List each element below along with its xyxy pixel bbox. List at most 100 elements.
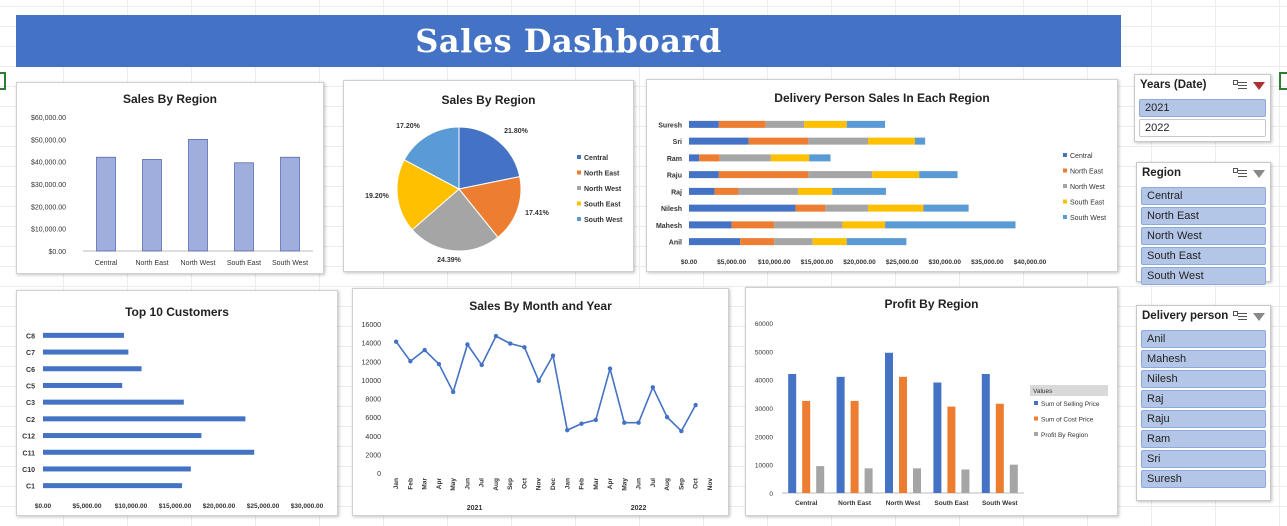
- sales-line: [395, 335, 697, 433]
- delivery-person-sales-chart[interactable]: Delivery Person Sales In Each Region Sur…: [646, 79, 1118, 272]
- stacked-segment: [731, 221, 775, 229]
- x-tick-label: Dec: [550, 478, 557, 490]
- bar: [885, 352, 893, 493]
- slicer-item-ram[interactable]: Ram: [1141, 430, 1266, 448]
- x-tick-label: Sep: [678, 478, 685, 490]
- y-tick-label: $10,000.00: [31, 227, 66, 234]
- legend-label: North East: [584, 171, 620, 178]
- sales-by-month-chart[interactable]: Sales By Month and Year 0 2000 4000 6000 800…: [352, 288, 729, 516]
- bar: [995, 403, 1004, 493]
- multi-select-icon[interactable]: [1233, 167, 1247, 179]
- x-tick-label: Feb: [579, 478, 586, 490]
- sales-by-region-pie-chart[interactable]: Sales By Region 21.80% 17.41% 24.39% 19.20%…: [343, 80, 634, 272]
- y-tick-label: C2: [26, 417, 35, 424]
- profit-svg: 0 10000 20000 30000 40000 50000 60000 Central No…: [755, 321, 1108, 507]
- bar: [234, 162, 254, 252]
- bar: [913, 468, 921, 493]
- stacked-segment: [699, 154, 720, 162]
- bar: [836, 376, 845, 493]
- line-point: [408, 359, 413, 364]
- x-tick-label: $5,000.00: [73, 503, 102, 510]
- slicer-item-suresh[interactable]: Suresh: [1141, 470, 1266, 488]
- legend-label: Central: [1070, 153, 1093, 160]
- x-tick-label: North East: [135, 260, 168, 267]
- stacked-segment: [868, 204, 924, 212]
- multi-select-icon[interactable]: [1233, 310, 1247, 322]
- bar: [43, 433, 202, 439]
- years-slicer[interactable]: Years (Date) 2021 2022: [1134, 74, 1271, 142]
- bar: [142, 159, 162, 252]
- pie-data-label: 21.80%: [504, 128, 529, 135]
- legend-swatch: [1063, 153, 1067, 157]
- x-tick-label: Oct: [521, 477, 528, 489]
- slicer-list: Anil Mahesh Nilesh Raj Raju Ram Sri Suresh: [1137, 326, 1270, 494]
- y-tick-label: C8: [26, 333, 35, 340]
- slicer-item-2021[interactable]: 2021: [1139, 99, 1266, 117]
- y-tick-label: $20,000.00: [31, 204, 66, 211]
- legend-swatch: [1034, 432, 1038, 436]
- year-label: 2021: [467, 505, 483, 512]
- legend-label: South East: [584, 202, 621, 209]
- x-tick-label: Aug: [664, 478, 671, 491]
- slicer-item-nilesh[interactable]: Nilesh: [1141, 370, 1266, 388]
- bar: [981, 374, 990, 493]
- slicer-item-raj[interactable]: Raj: [1141, 390, 1266, 408]
- slicer-item-south-west[interactable]: South West: [1141, 267, 1266, 285]
- slicer-item-central[interactable]: Central: [1141, 187, 1266, 205]
- x-tick-label: Mar: [593, 478, 600, 490]
- pie-data-label: 17.20%: [396, 123, 421, 130]
- profit-by-region-chart[interactable]: Profit By Region 0 10000 20000 30000 40000 50…: [745, 287, 1118, 516]
- slicer-title: Delivery person: [1142, 310, 1229, 322]
- stacked-segment: [885, 221, 1016, 229]
- slicer-item-south-east[interactable]: South East: [1141, 247, 1266, 265]
- bar: [43, 416, 246, 422]
- stacked-segment: [718, 171, 809, 179]
- x-tick-label: North East: [838, 500, 872, 507]
- y-tick-label: Raju: [667, 173, 682, 180]
- y-tick-label: 2000: [365, 452, 381, 459]
- slicer-item-2022[interactable]: 2022: [1139, 119, 1266, 137]
- slicer-item-north-west[interactable]: North West: [1141, 227, 1266, 245]
- legend-swatch: [577, 201, 581, 206]
- y-tick-label: $60,000.00: [31, 115, 66, 122]
- region-slicer[interactable]: Region Central North East North West South …: [1136, 162, 1271, 285]
- y-tick-label: C7: [26, 350, 35, 357]
- y-tick-label: Mahesh: [656, 223, 682, 230]
- pie-data-label: 24.39%: [437, 257, 462, 264]
- stacked-segment: [738, 187, 799, 195]
- top-10-customers-chart[interactable]: Top 10 Customers C8 C7 C6 C5 C3 C2 C12 C11 C10 C1…: [16, 290, 338, 516]
- legend-swatch: [577, 155, 581, 159]
- legend-label: Sum of Selling Price: [1041, 401, 1100, 408]
- slicer-item-north-east[interactable]: North East: [1141, 207, 1266, 225]
- y-tick-label: 14000: [362, 341, 382, 348]
- x-tick-label: North West: [181, 260, 216, 267]
- slicer-item-raju[interactable]: Raju: [1141, 410, 1266, 428]
- x-tick-label: Jan: [564, 478, 571, 489]
- clear-filter-icon[interactable]: [1253, 82, 1265, 90]
- multi-select-icon[interactable]: [1233, 79, 1247, 91]
- slicer-item-anil[interactable]: Anil: [1141, 330, 1266, 348]
- delivery-person-slicer[interactable]: Delivery person Anil Mahesh Nilesh Raj Raju R…: [1136, 305, 1271, 501]
- bar: [802, 400, 811, 493]
- region-pie-svg: 21.80% 17.41% 24.39% 19.20% 17.20% Central Nor…: [365, 123, 623, 264]
- stacked-segment: [689, 154, 700, 162]
- y-tick-label: 6000: [365, 415, 381, 422]
- clear-filter-icon[interactable]: [1253, 313, 1265, 321]
- delivery-svg: Suresh Sri Ram Raju Raj Nilesh Mahesh Anil $0.00…: [656, 120, 1106, 266]
- x-tick-label: $20,000.00: [203, 503, 236, 510]
- slicer-item-sri[interactable]: Sri: [1141, 450, 1266, 468]
- line-point: [593, 417, 598, 423]
- y-tick-label: 30000: [755, 406, 773, 413]
- y-tick-label: 0: [377, 471, 381, 478]
- slicer-item-mahesh[interactable]: Mahesh: [1141, 350, 1266, 368]
- clear-filter-icon[interactable]: [1253, 170, 1265, 178]
- stacked-segment: [809, 154, 831, 162]
- legend-label: South West: [584, 217, 623, 224]
- stacked-segment: [719, 154, 771, 162]
- line-point: [479, 362, 484, 368]
- bar: [43, 399, 184, 405]
- line-point: [550, 353, 556, 358]
- sales-by-region-bar-chart[interactable]: Sales By Region $0.00 $10,000.00 $20,000.0…: [16, 82, 324, 274]
- stacked-segment: [923, 204, 969, 212]
- x-tick-label: South East: [227, 260, 261, 267]
